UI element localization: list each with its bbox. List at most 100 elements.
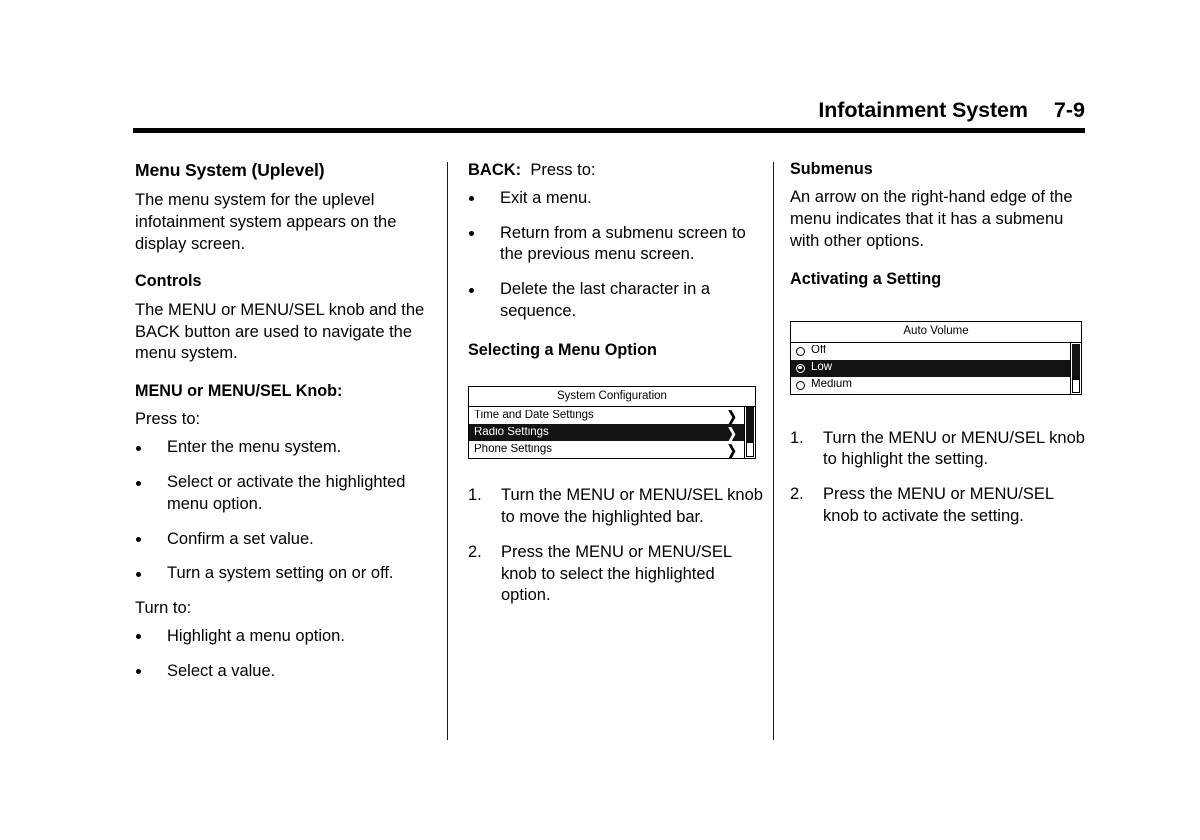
header-rule	[133, 128, 1085, 133]
list-item-text: Delete the last character in a sequence.	[500, 280, 711, 320]
section-heading-menu-system: Menu System (Uplevel)	[135, 160, 325, 180]
step-number: 2.	[790, 485, 804, 504]
step-number: 1.	[790, 428, 804, 447]
menu-row-radio-settings[interactable]: Radio Settings ❯	[469, 424, 744, 442]
subheading-selecting-menu-option: Selecting a Menu Option	[468, 340, 657, 359]
menu-row-list: Time and Date Settings ❯ Radio Settings …	[469, 407, 755, 459]
column-middle: BACK: Press to: Exit a menu. Return from…	[468, 160, 768, 607]
submenus-paragraph: An arrow on the right-hand edge of the m…	[790, 188, 1073, 250]
figure-system-configuration-menu: System Configuration Time and Date Setti…	[468, 386, 756, 460]
option-row-label: Off	[811, 345, 827, 357]
step-text: Turn the MENU or MENU/SEL knob to move t…	[501, 486, 763, 527]
step-text: Press the MENU or MENU/SEL knob to activ…	[823, 485, 1054, 525]
bullet-dot-icon	[469, 196, 474, 202]
subheading-menu-knob: MENU or MENU/SEL Knob:	[135, 382, 343, 401]
subheading-controls: Controls	[135, 272, 202, 291]
bullet-dot-icon	[469, 231, 474, 237]
option-row-label: Medium	[811, 379, 852, 391]
list-item: 1. Turn the MENU or MENU/SEL knob to hig…	[790, 428, 1090, 472]
list-item: 1. Turn the MENU or MENU/SEL knob to mov…	[468, 485, 768, 529]
menu-row-phone-settings[interactable]: Phone Settings ❯	[469, 441, 744, 459]
chevron-right-icon: ❯	[727, 441, 738, 458]
list-item-text: Return from a submenu screen to the prev…	[500, 223, 746, 264]
step-number: 1.	[468, 486, 482, 505]
radio-button-icon[interactable]	[796, 346, 805, 356]
column-left: Menu System (Uplevel) The menu system fo…	[135, 160, 435, 688]
list-item: Enter the menu system.	[135, 437, 435, 459]
option-row-low[interactable]: Low	[791, 359, 1070, 377]
menu-scrollbar[interactable]	[744, 407, 755, 459]
figure-spacer	[468, 368, 768, 380]
list-item: Select or activate the highlighted menu …	[135, 472, 435, 516]
scrollbar-track[interactable]	[1072, 378, 1080, 393]
menu-row-label: Phone Settings	[474, 444, 553, 456]
list-item-text: Confirm a set value.	[167, 529, 314, 548]
list-item: Confirm a set value.	[135, 529, 435, 551]
figure-body: Off Low Medium	[791, 342, 1081, 394]
intro-paragraph: The menu system for the uplevel infotain…	[135, 191, 397, 253]
list-item-text: Exit a menu.	[500, 188, 592, 207]
press-to-label: Press to:	[135, 410, 201, 429]
list-item: Exit a menu.	[468, 188, 768, 210]
back-bullet-list: Exit a menu. Return from a submenu scree…	[468, 188, 768, 323]
scrollbar-thumb[interactable]	[746, 407, 754, 445]
selecting-menu-option-steps: 1. Turn the MENU or MENU/SEL knob to mov…	[468, 485, 768, 607]
list-item-text: Highlight a menu option.	[167, 626, 345, 645]
option-scrollbar[interactable]	[1070, 342, 1081, 394]
activating-setting-steps: 1. Turn the MENU or MENU/SEL knob to hig…	[790, 428, 1090, 528]
page-title: Infotainment System	[818, 98, 1028, 122]
page-number: 7-9	[1053, 98, 1085, 122]
scrollbar-thumb[interactable]	[1072, 343, 1080, 380]
option-row-label: Low	[811, 362, 833, 374]
list-item-text: Turn a system setting on or off.	[167, 564, 394, 583]
option-row-off[interactable]: Off	[791, 342, 1070, 360]
option-row-medium[interactable]: Medium	[791, 376, 1070, 394]
option-row-list: Off Low Medium	[791, 342, 1081, 394]
column-divider-left	[447, 162, 448, 740]
list-item: Select a value.	[135, 661, 435, 683]
menu-row-label: Time and Date Settings	[474, 410, 594, 422]
turn-to-label: Turn to:	[135, 599, 192, 618]
list-item-text: Select or activate the highlighted menu …	[167, 473, 406, 513]
turn-to-bullet-list: Highlight a menu option. Select a value.	[135, 626, 435, 683]
chevron-right-icon: ❯	[727, 407, 738, 424]
bullet-dot-icon	[136, 634, 141, 640]
back-button-runin: BACK: Press to:	[468, 160, 768, 182]
list-item-text: Enter the menu system.	[167, 438, 342, 457]
figure-title: Auto Volume	[791, 322, 1081, 343]
page-header-inner: Infotainment System 7-9	[133, 98, 1085, 128]
bullet-dot-icon	[136, 537, 141, 543]
step-number: 2.	[468, 542, 482, 561]
bullet-dot-icon	[136, 669, 141, 675]
figure-spacer	[790, 297, 1090, 315]
subheading-submenus: Submenus	[790, 160, 873, 178]
controls-paragraph: The MENU or MENU/SEL knob and the BACK b…	[135, 300, 425, 363]
scrollbar-track[interactable]	[746, 442, 754, 458]
press-to-bullet-list: Enter the menu system. Select or activat…	[135, 437, 435, 585]
subheading-activating-a-setting: Activating a Setting	[790, 269, 942, 288]
list-item: Return from a submenu screen to the prev…	[468, 223, 768, 267]
bullet-dot-icon	[136, 480, 141, 486]
chevron-right-icon: ❯	[727, 424, 738, 441]
radio-button-selected-icon[interactable]	[796, 363, 805, 373]
back-press-to-text: Press to:	[530, 161, 596, 179]
list-item: Turn a system setting on or off.	[135, 563, 435, 585]
back-label: BACK:	[468, 161, 522, 179]
menu-row-label: Radio Settings	[474, 427, 549, 439]
bullet-dot-icon	[469, 287, 474, 293]
list-item: Delete the last character in a sequence.	[468, 279, 768, 323]
list-item: 2. Press the MENU or MENU/SEL knob to se…	[468, 542, 768, 607]
column-divider-right	[773, 162, 774, 740]
menu-row-time-and-date-settings[interactable]: Time and Date Settings ❯	[469, 407, 744, 425]
page-header: Infotainment System 7-9	[133, 98, 1085, 134]
step-text: Turn the MENU or MENU/SEL knob to highli…	[823, 428, 1085, 469]
bullet-dot-icon	[136, 571, 141, 577]
figure-title: System Configuration	[469, 387, 755, 408]
document-page: Infotainment System 7-9 Menu System (Upl…	[0, 0, 1200, 840]
step-text: Press the MENU or MENU/SEL knob to selec…	[501, 542, 732, 605]
bullet-dot-icon	[136, 445, 141, 451]
radio-button-icon[interactable]	[796, 380, 805, 390]
column-right: Submenus An arrow on the right-hand edge…	[790, 160, 1090, 528]
figure-auto-volume-setting: Auto Volume Off Low Medium	[790, 321, 1082, 395]
list-item-text: Select a value.	[167, 661, 276, 680]
